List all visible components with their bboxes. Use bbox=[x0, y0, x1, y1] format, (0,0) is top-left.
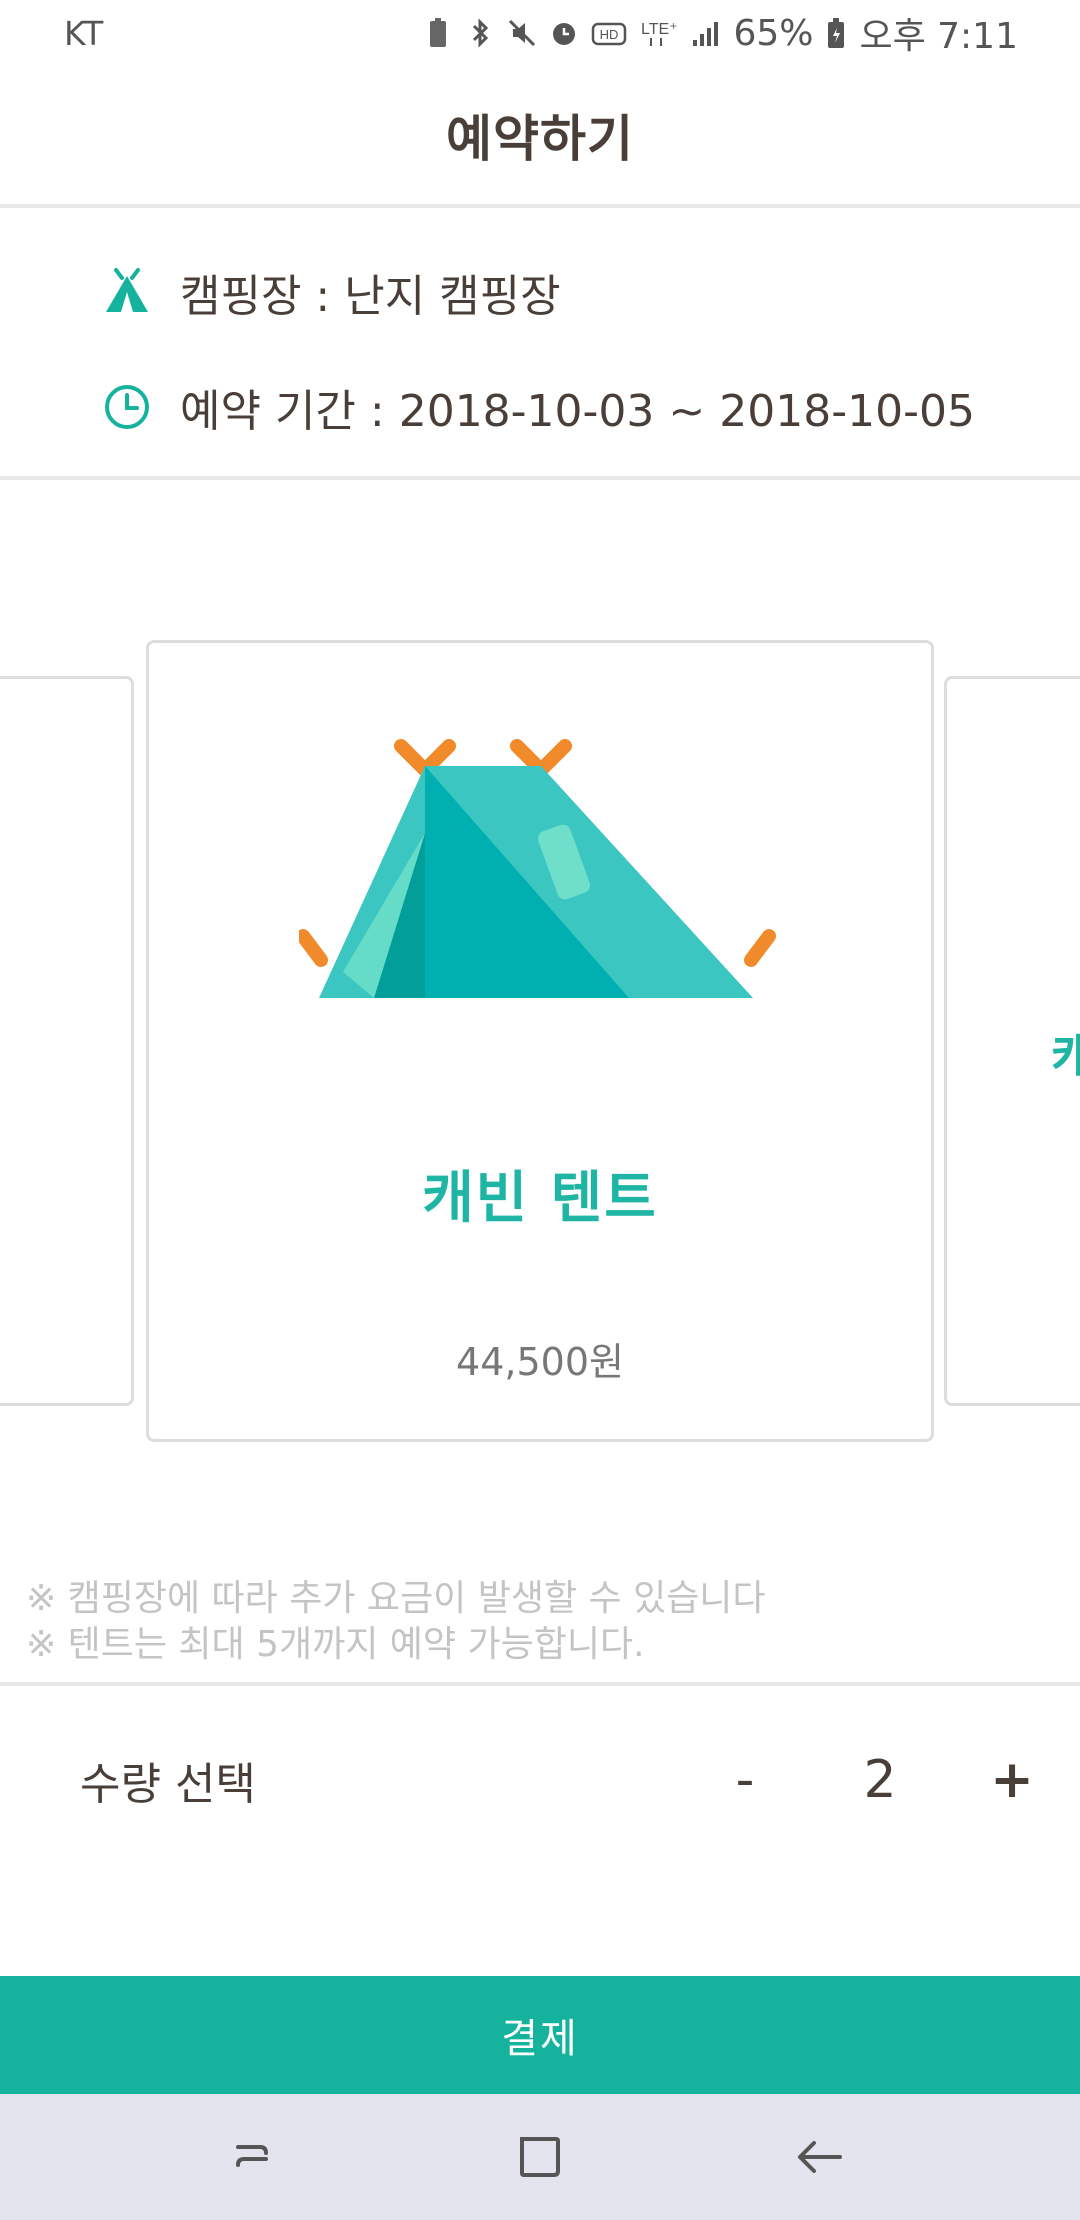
quantity-decrement-button[interactable]: - bbox=[715, 1745, 775, 1815]
clock-icon bbox=[100, 380, 154, 434]
svg-text:LTE⁺: LTE⁺ bbox=[641, 21, 678, 38]
period-row: 예약 기간 : 2018-10-03 ~ 2018-10-05 bbox=[100, 375, 975, 439]
recent-apps-icon bbox=[236, 2145, 268, 2167]
next-tent-name-peek: 캐 bbox=[1051, 1029, 1080, 1085]
status-bar: KT HD LTE⁺ 65% 오후 7:11 bbox=[0, 0, 1080, 66]
quantity-increment-button[interactable]: + bbox=[980, 1745, 1044, 1815]
reservation-info: 캠핑장 : 난지 캠핑장 예약 기간 : 2018-10-03 ~ 2018-1… bbox=[0, 210, 1080, 480]
quantity-label: 수량 선택 bbox=[80, 1759, 256, 1810]
system-nav-bar bbox=[0, 2094, 1080, 2220]
divider bbox=[0, 1682, 1080, 1686]
clock: 오후 7:11 bbox=[859, 16, 1018, 57]
signal-icon bbox=[693, 22, 719, 46]
battery-icon bbox=[828, 18, 845, 48]
cabin-tent-illustration bbox=[299, 739, 776, 998]
quantity-selector: 수량 선택 - 2 + bbox=[0, 1690, 1080, 1870]
campsite-row: 캠핑장 : 난지 캠핑장 bbox=[100, 260, 561, 324]
tent-price: 44,500원 bbox=[456, 1340, 624, 1384]
pay-button[interactable]: 결제 bbox=[0, 1976, 1080, 2094]
tent-carousel[interactable]: 캐빈 텐트 44,500원 캐 bbox=[0, 480, 1080, 1480]
back-arrow-icon bbox=[798, 2141, 842, 2173]
campsite-text: 캠핑장 : 난지 캠핑장 bbox=[180, 271, 561, 322]
battery-percent: 65% bbox=[733, 12, 814, 54]
home-button[interactable] bbox=[500, 2117, 580, 2197]
quantity-value: 2 bbox=[863, 1750, 897, 1810]
home-icon bbox=[520, 2137, 560, 2177]
alarm-icon bbox=[553, 23, 576, 45]
status-icons: HD LTE⁺ 65% 오후 7:11 bbox=[423, 7, 1018, 59]
tent-name: 캐빈 텐트 bbox=[422, 1166, 658, 1231]
hd-icon: HD bbox=[592, 22, 627, 46]
mute-icon bbox=[509, 19, 536, 47]
lte-icon: LTE⁺ bbox=[641, 21, 678, 46]
battery-saver-icon bbox=[430, 18, 447, 47]
tent-card-current[interactable]: 캐빈 텐트 44,500원 bbox=[146, 640, 934, 1442]
title-bar: 예약하기 bbox=[0, 66, 1080, 208]
page-title: 예약하기 bbox=[446, 110, 634, 168]
svg-text:HD: HD bbox=[600, 27, 619, 42]
tent-card-next[interactable]: 캐 bbox=[944, 676, 1080, 1406]
tent-card-previous[interactable] bbox=[0, 676, 134, 1406]
note-line: ※ 캠핑장에 따라 추가 요금이 발생할 수 있습니다 bbox=[26, 1578, 766, 1619]
back-button[interactable] bbox=[780, 2117, 860, 2197]
tent-icon bbox=[100, 265, 154, 319]
notes: ※ 캠핑장에 따라 추가 요금이 발생할 수 있습니다 ※ 텐트는 최대 5개까… bbox=[26, 1576, 1056, 1668]
recent-apps-button[interactable] bbox=[220, 2117, 300, 2197]
period-text: 예약 기간 : 2018-10-03 ~ 2018-10-05 bbox=[180, 386, 975, 437]
note-line: ※ 텐트는 최대 5개까지 예약 가능합니다. bbox=[26, 1624, 645, 1665]
carrier-label: KT bbox=[64, 13, 104, 53]
bluetooth-icon bbox=[473, 18, 489, 48]
